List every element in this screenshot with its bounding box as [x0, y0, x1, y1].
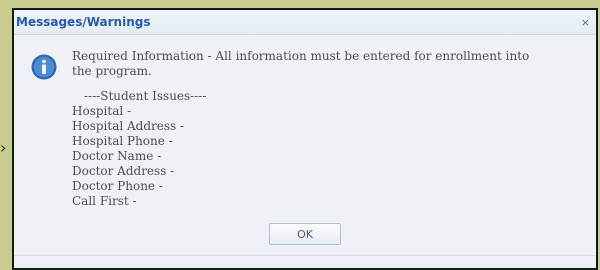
message-content: Required Information - All information m…: [72, 49, 580, 209]
information-icon: [31, 54, 57, 80]
issue-doctor-phone: Doctor Phone -: [72, 179, 163, 193]
messages-warnings-dialog: Messages/Warnings × Required Information…: [12, 8, 598, 270]
issue-call-first: Call First -: [72, 194, 137, 208]
close-icon[interactable]: ×: [581, 16, 590, 29]
dialog-body: Required Information - All information m…: [14, 35, 596, 209]
issue-doctor-name: Doctor Name -: [72, 149, 162, 163]
footer-divider: [14, 255, 596, 256]
issue-list: Hospital - Hospital Address - Hospital P…: [72, 104, 580, 209]
student-issues-header: ----Student Issues----: [84, 89, 207, 103]
ok-button[interactable]: OK: [269, 223, 341, 245]
issue-hospital-phone: Hospital Phone -: [72, 134, 173, 148]
issue-hospital: Hospital -: [72, 104, 132, 118]
dialog-title: Messages/Warnings: [16, 15, 151, 29]
arrow-right-icon: ›: [0, 138, 7, 157]
issue-hospital-address: Hospital Address -: [72, 119, 185, 133]
dialog-footer: OK: [14, 212, 596, 268]
required-information-message: Required Information - All information m…: [72, 49, 530, 78]
dialog-title-bar: Messages/Warnings ×: [14, 10, 596, 35]
issue-doctor-address: Doctor Address -: [72, 164, 175, 178]
